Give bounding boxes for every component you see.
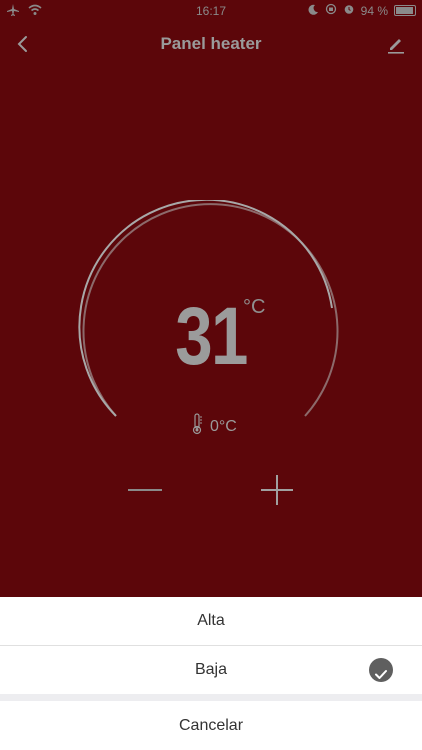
current-temperature-value: 0°C [210,417,237,435]
nav-bar: Panel heater [0,22,422,66]
page-title: Panel heater [160,34,262,53]
edit-button[interactable] [386,34,406,54]
increase-button[interactable] [257,475,297,505]
cancel-button[interactable]: Cancelar [0,701,422,750]
status-bar: 16:17 94 % [0,0,422,22]
action-sheet: Alta Baja Cancelar [0,597,422,750]
checkmark-icon [369,658,393,682]
decrease-button[interactable] [125,475,165,505]
moon-icon [308,4,319,18]
orientation-lock-icon [325,3,337,18]
option-baja[interactable]: Baja [0,646,422,694]
set-temperature-value: 31 [175,291,248,382]
temperature-unit: °C [243,296,266,318]
option-alta[interactable]: Alta [0,597,422,646]
pencil-icon [388,39,404,54]
current-temperature: 0°C [190,413,237,440]
option-label: Baja [194,661,228,678]
option-label: Alta [197,612,225,629]
minus-icon [128,489,162,491]
plus-icon [261,475,293,505]
thermometer-icon [190,413,204,440]
battery-percent: 94 % [360,3,388,18]
alarm-icon [343,3,355,18]
battery-icon [394,5,416,16]
